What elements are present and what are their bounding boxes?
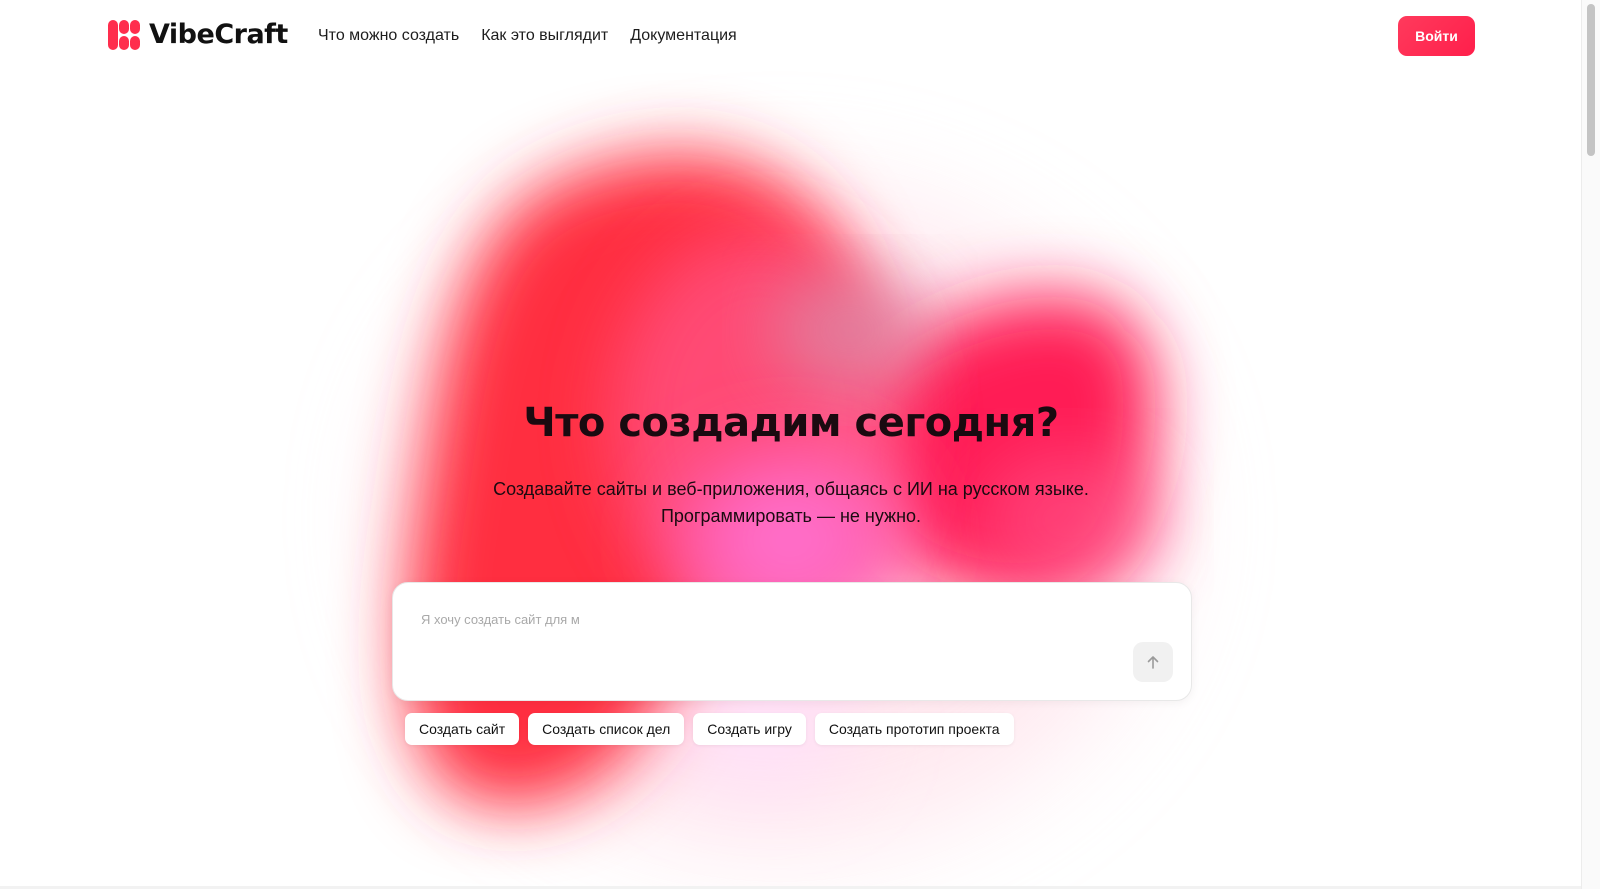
nav-item-what-can-create[interactable]: Что можно создать <box>318 24 459 48</box>
vibecraft-logo-icon <box>108 20 140 50</box>
scrollbar-thumb[interactable] <box>1587 4 1595 156</box>
hero-subtitle-line-2: Программировать — не нужно. <box>660 506 922 526</box>
prompt-card <box>392 582 1192 701</box>
chip-create-prototype[interactable]: Создать прототип проекта <box>814 713 1014 745</box>
send-button[interactable] <box>1133 642 1173 682</box>
nav-item-documentation[interactable]: Документация <box>630 24 736 48</box>
prompt-input[interactable] <box>419 611 1103 628</box>
chip-create-site[interactable]: Создать сайт <box>405 713 520 745</box>
hero-title: Что создадим сегодня? <box>523 400 1059 446</box>
main-nav: Что можно создать Как это выглядит Докум… <box>318 24 737 48</box>
suggestion-chips: Создать сайт Создать список дел Создать … <box>405 713 1014 745</box>
hero-subtitle-line-1: Создавайте сайты и веб-приложения, общая… <box>493 479 1089 499</box>
brand-name: VibeCraft <box>149 19 288 50</box>
brand-logo[interactable]: VibeCraft <box>107 18 288 52</box>
chip-create-game[interactable]: Создать игру <box>693 713 806 745</box>
landing-page: VibeCraft Что можно создать Как это выгл… <box>0 0 1600 889</box>
chip-create-todo-list[interactable]: Создать список дел <box>528 713 685 745</box>
arrow-up-icon <box>1147 656 1159 669</box>
top-header: VibeCraft Что можно создать Как это выгл… <box>0 0 1582 70</box>
page-scrollbar[interactable] <box>1581 0 1600 889</box>
login-button[interactable]: Войти <box>1398 16 1475 56</box>
nav-item-how-it-looks[interactable]: Как это выглядит <box>481 24 608 48</box>
hero-subtitle: Создавайте сайты и веб-приложения, общая… <box>0 476 1582 530</box>
